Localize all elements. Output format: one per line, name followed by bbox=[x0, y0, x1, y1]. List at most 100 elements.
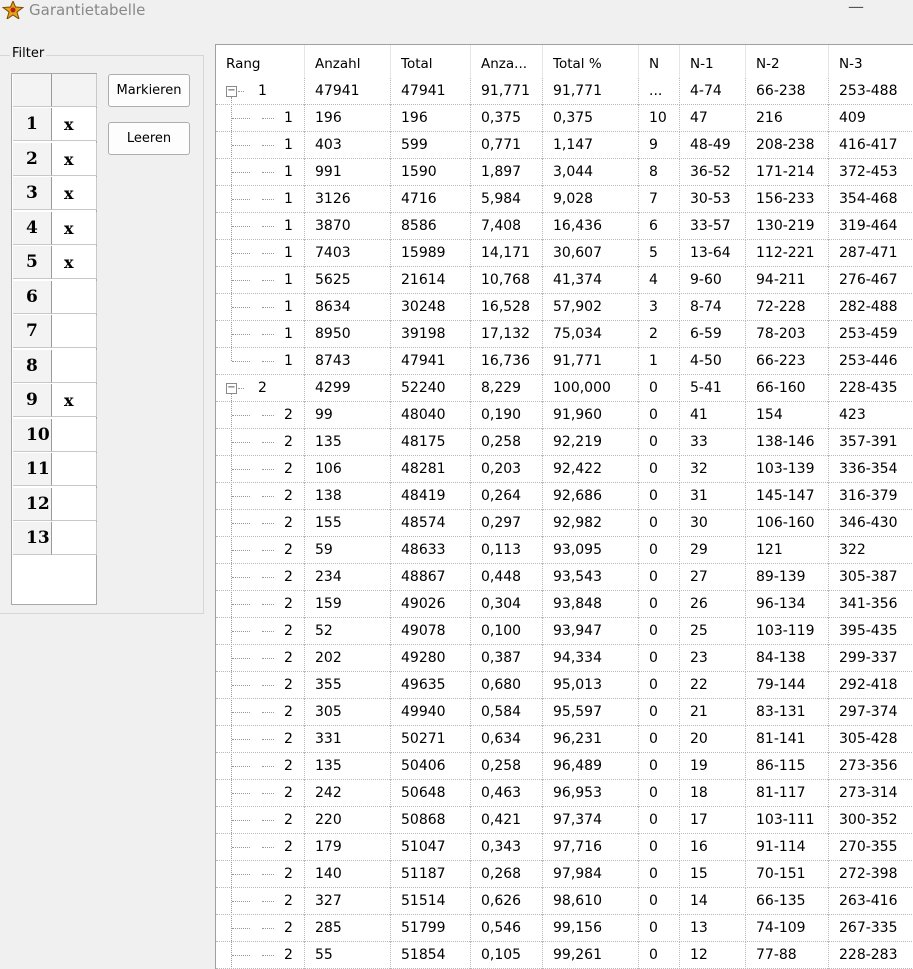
filter-row-number[interactable]: 4 bbox=[13, 211, 52, 245]
filter-row-number[interactable]: 8 bbox=[13, 349, 52, 383]
filter-row-number[interactable]: 2 bbox=[13, 142, 52, 176]
cell-n-1: 22 bbox=[680, 672, 746, 699]
filter-grid-row[interactable]: 5x bbox=[13, 246, 97, 280]
column-header[interactable]: Total bbox=[391, 45, 471, 78]
cell-n-3: 305-428 bbox=[829, 726, 913, 753]
window-title: Garantietabelle bbox=[29, 1, 146, 19]
column-header[interactable]: Total % bbox=[543, 45, 639, 78]
filter-grid-row[interactable]: 6 bbox=[13, 280, 97, 315]
filter-row-number[interactable]: 3 bbox=[13, 177, 52, 210]
table-row[interactable]: 2 355 49635 0,680 95,013 0 22 79-144 292-418 bbox=[216, 672, 913, 699]
table-row[interactable]: 2 220 50868 0,421 97,374 0 17 103-111 300-352 bbox=[216, 807, 913, 834]
table-group-row[interactable]: −1 47941 47941 91,771 91,771... 4-74 66-238 253… bbox=[216, 78, 913, 105]
column-header[interactable]: N-1 bbox=[680, 45, 746, 78]
rank-value: 2 bbox=[284, 623, 293, 639]
filter-row-number[interactable]: 5 bbox=[13, 246, 52, 279]
filter-row-mark[interactable]: x bbox=[52, 211, 97, 245]
table-row[interactable]: 2 138 48419 0,264 92,686 0 31 145-147 316-379 bbox=[216, 483, 913, 510]
filter-grid-row[interactable]: 11 bbox=[13, 453, 97, 487]
cell-n-1: 13-64 bbox=[680, 240, 746, 267]
filter-row-mark[interactable] bbox=[52, 418, 97, 452]
table-row[interactable]: 2 285 51799 0,546 99,156 0 13 74-109 267-335 bbox=[216, 915, 913, 942]
table-row[interactable]: 2 159 49026 0,304 93,848 0 26 96-134 341-356 bbox=[216, 591, 913, 618]
table-row[interactable]: 1 3126 4716 5,984 9,028 7 30-53 156-233 354-468 bbox=[216, 186, 913, 213]
filter-grid-row[interactable]: 10 bbox=[13, 418, 97, 453]
minimize-button[interactable]: — bbox=[846, 0, 866, 18]
filter-grid-row[interactable]: 12 bbox=[13, 487, 97, 522]
table-row[interactable]: 2 52 49078 0,100 93,947 0 25 103-119 395-435 bbox=[216, 618, 913, 645]
column-header[interactable]: Anza... bbox=[471, 45, 543, 78]
table-row[interactable]: 2 331 50271 0,634 96,231 0 20 81-141 305-428 bbox=[216, 726, 913, 753]
filter-row-number[interactable]: 11 bbox=[13, 453, 52, 486]
cell-rang: 2 bbox=[216, 510, 305, 537]
filter-row-number[interactable]: 10 bbox=[13, 418, 52, 452]
table-row[interactable]: 2 140 51187 0,268 97,984 0 15 70-151 272-398 bbox=[216, 861, 913, 888]
column-header[interactable]: N-3 bbox=[829, 45, 913, 78]
mark-button[interactable]: Markieren bbox=[108, 74, 190, 107]
filter-row-number[interactable]: 7 bbox=[13, 315, 52, 348]
filter-row-number[interactable]: 1 bbox=[13, 108, 52, 141]
filter-row-mark[interactable]: x bbox=[52, 177, 97, 210]
filter-row-number[interactable]: 9 bbox=[13, 384, 52, 417]
filter-row-mark[interactable] bbox=[52, 280, 97, 314]
filter-row-mark[interactable] bbox=[52, 522, 97, 555]
table-row[interactable]: 1 8950 39198 17,132 75,034 2 6-59 78-203 253-459 bbox=[216, 321, 913, 348]
collapse-icon[interactable]: − bbox=[226, 383, 237, 394]
table-row[interactable]: 2 305 49940 0,584 95,597 0 21 83-131 297-374 bbox=[216, 699, 913, 726]
cell-n-3: 253-459 bbox=[829, 321, 913, 348]
filter-row-mark[interactable]: x bbox=[52, 142, 97, 176]
table-row[interactable]: 1 8634 30248 16,528 57,902 3 8-74 72-228 282-488 bbox=[216, 294, 913, 321]
table-row[interactable]: 1 5625 21614 10,768 41,374 4 9-60 94-211 276-467 bbox=[216, 267, 913, 294]
column-header[interactable]: Rang bbox=[216, 45, 305, 78]
filter-grid-row[interactable]: 4x bbox=[13, 211, 97, 246]
column-header[interactable]: N-2 bbox=[746, 45, 829, 78]
cell-total: 91,771 bbox=[543, 348, 639, 375]
table-row[interactable]: 2 59 48633 0,113 93,095 0 29 121 322 bbox=[216, 537, 913, 564]
cell-n: 0 bbox=[639, 375, 680, 402]
column-header[interactable]: Anzahl bbox=[305, 45, 391, 78]
filter-row-number[interactable]: 12 bbox=[13, 487, 52, 521]
table-row[interactable]: 2 135 50406 0,258 96,489 0 19 86-115 273-356 bbox=[216, 753, 913, 780]
filter-grid-row[interactable]: 9x bbox=[13, 384, 97, 418]
table-row[interactable]: 2 155 48574 0,297 92,982 0 30 106-160 346-430 bbox=[216, 510, 913, 537]
cell-n-3: 423 bbox=[829, 402, 913, 429]
table-row[interactable]: 2 242 50648 0,463 96,953 0 18 81-117 273-314 bbox=[216, 780, 913, 807]
collapse-icon[interactable]: − bbox=[226, 86, 237, 97]
table-row[interactable]: 2 55 51854 0,105 99,261 0 12 77-88 228-283 bbox=[216, 942, 913, 969]
filter-row-mark[interactable] bbox=[52, 315, 97, 348]
cell-total: 52240 bbox=[391, 375, 471, 402]
filter-row-number[interactable]: 6 bbox=[13, 280, 52, 314]
table-row[interactable]: 2 179 51047 0,343 97,716 0 16 91-114 270-355 bbox=[216, 834, 913, 861]
table-row[interactable]: 1 991 1590 1,897 3,044 8 36-52 171-214 372-453 bbox=[216, 159, 913, 186]
filter-row-mark[interactable]: x bbox=[52, 246, 97, 279]
clear-button[interactable]: Leeren bbox=[108, 122, 190, 155]
table-group-row[interactable]: −2 4299 52240 8,229 100,000 0 5-41 66-160 228-43… bbox=[216, 375, 913, 402]
filter-grid-row[interactable]: 3x bbox=[13, 177, 97, 211]
table-row[interactable]: 2 234 48867 0,448 93,543 0 27 89-139 305-387 bbox=[216, 564, 913, 591]
filter-row-mark[interactable] bbox=[52, 453, 97, 486]
filter-row-mark[interactable]: x bbox=[52, 384, 97, 417]
filter-grid[interactable]: 1 x 2 x 3 x 4 x 5 x 6 7 8 9 x 10 11 12 13 bbox=[11, 73, 97, 605]
table-row[interactable]: 1 3870 8586 7,408 16,436 6 33-57 130-219 319-464 bbox=[216, 213, 913, 240]
filter-grid-row[interactable]: 1x bbox=[13, 108, 97, 142]
table-row[interactable]: 1 7403 15989 14,171 30,607 5 13-64 112-221 287-4… bbox=[216, 240, 913, 267]
table-row[interactable]: 1 196 196 0,375 0,375 10 47 216 409 bbox=[216, 105, 913, 132]
filter-grid-row[interactable]: 13 bbox=[13, 522, 97, 556]
filter-row-mark[interactable] bbox=[52, 487, 97, 521]
table-row[interactable]: 1 403 599 0,771 1,147 9 48-49 208-238 416-417 bbox=[216, 132, 913, 159]
filter-grid-row[interactable]: 8 bbox=[13, 349, 97, 384]
filter-row-number[interactable]: 13 bbox=[13, 522, 52, 555]
cell-rang: 2 bbox=[216, 672, 305, 699]
filter-grid-row[interactable]: 2x bbox=[13, 142, 97, 177]
table-row[interactable]: 2 106 48281 0,203 92,422 0 32 103-139 336-354 bbox=[216, 456, 913, 483]
filter-row-mark[interactable]: x bbox=[52, 108, 97, 141]
filter-row-mark[interactable] bbox=[52, 349, 97, 383]
table-row[interactable]: 2 202 49280 0,387 94,334 0 23 84-138 299-337 bbox=[216, 645, 913, 672]
guarantee-table[interactable]: Rang Anzahl Total Anza... Total % N N-1 N-2 N-3 … bbox=[215, 44, 913, 969]
filter-grid-row[interactable]: 7 bbox=[13, 315, 97, 349]
table-row[interactable]: 2 135 48175 0,258 92,219 0 33 138-146 357-391 bbox=[216, 429, 913, 456]
table-row[interactable]: 2 99 48040 0,190 91,960 0 41 154 423 bbox=[216, 402, 913, 429]
table-row[interactable]: 2 327 51514 0,626 98,610 0 14 66-135 263-416 bbox=[216, 888, 913, 915]
column-header[interactable]: N bbox=[639, 45, 680, 78]
table-row[interactable]: 1 8743 47941 16,736 91,771 1 4-50 66-223 253-446 bbox=[216, 348, 913, 375]
